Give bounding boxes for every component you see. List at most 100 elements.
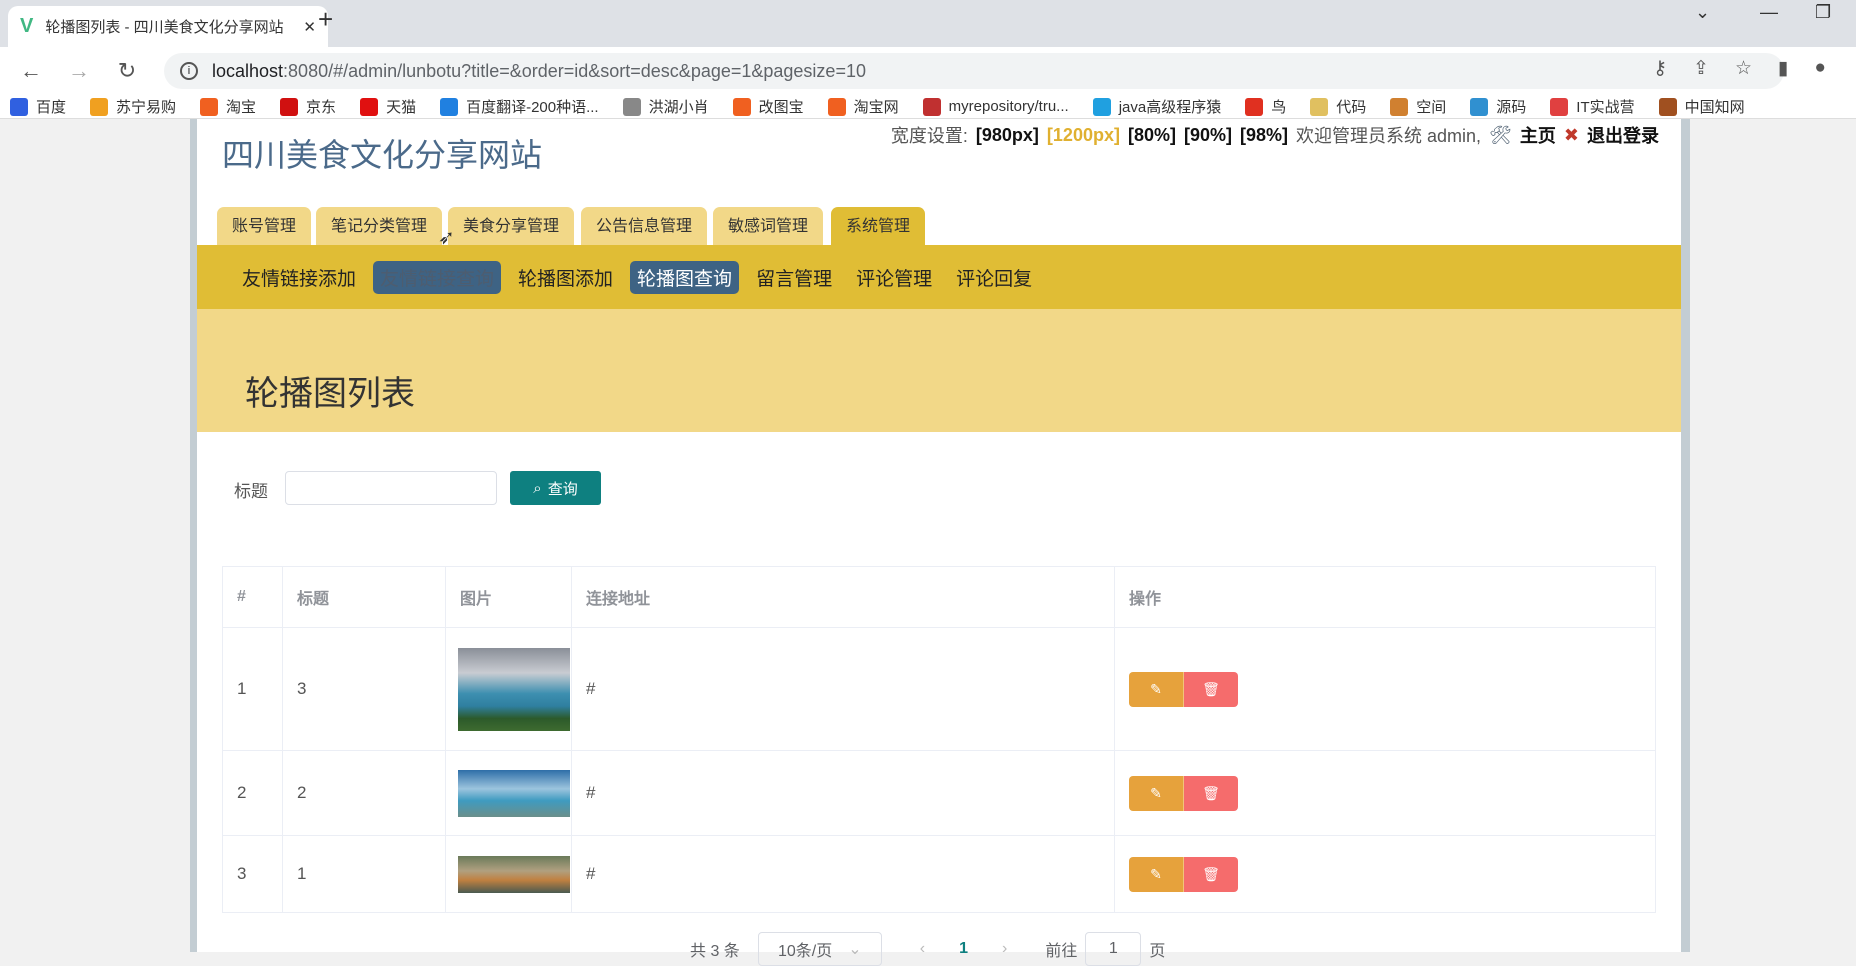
- edit-button[interactable]: ✎: [1129, 856, 1184, 892]
- search-button[interactable]: ⌕ 查询: [510, 471, 601, 505]
- browser-tab[interactable]: V 轮播图列表 - 四川美食文化分享网站 ✕: [8, 6, 328, 47]
- bookmark-item[interactable]: 百度: [10, 96, 66, 117]
- bookmark-favicon-icon: [922, 97, 941, 116]
- bookmark-favicon-icon: [1658, 97, 1677, 116]
- share-icon[interactable]: ⇪: [1693, 57, 1709, 80]
- bookmark-favicon-icon: [1390, 97, 1409, 116]
- sub-nav-link-query[interactable]: 友情链接查询: [373, 260, 502, 294]
- sub-nav-link-add[interactable]: 友情链接添加: [235, 261, 363, 294]
- reload-icon[interactable]: ↻: [110, 58, 144, 84]
- top-tab-note-category[interactable]: 笔记分类管理: [316, 207, 443, 245]
- sub-nav-comments[interactable]: 评论管理: [849, 261, 939, 294]
- bookmark-favicon-icon: [1310, 97, 1329, 116]
- bookmark-label: 百度翻译-200种语...: [466, 99, 599, 116]
- edit-button[interactable]: ✎: [1129, 775, 1184, 811]
- page-size-select[interactable]: 10条/页 ⌄: [757, 932, 882, 966]
- table-row: 3 1 # ✎ 🗑: [222, 835, 1656, 913]
- bookmark-item[interactable]: 淘宝: [200, 96, 256, 117]
- key-icon[interactable]: ⚷: [1653, 57, 1667, 80]
- bookmark-item[interactable]: 鸟: [1245, 96, 1286, 117]
- title-search-input[interactable]: [285, 471, 497, 505]
- top-tab-food-share[interactable]: 美食分享管理: [448, 207, 575, 245]
- site-info-icon[interactable]: i: [180, 62, 198, 80]
- prev-page-icon[interactable]: ‹: [920, 940, 925, 958]
- next-page-icon[interactable]: ›: [1002, 940, 1007, 958]
- bookmark-item[interactable]: 天猫: [360, 96, 416, 117]
- width-1200[interactable]: [1200px]: [1047, 125, 1120, 146]
- new-tab-button[interactable]: +: [318, 4, 333, 35]
- top-tab-sensitive-words[interactable]: 敏感词管理: [713, 207, 824, 245]
- bookmark-item[interactable]: java高级程序猿: [1092, 96, 1222, 117]
- width-90[interactable]: [90%]: [1184, 125, 1232, 146]
- sub-nav-messages[interactable]: 留言管理: [749, 261, 839, 294]
- restore-button[interactable]: ❐: [1815, 2, 1831, 23]
- close-icon: ✖: [1563, 124, 1579, 145]
- top-tab-system[interactable]: 系统管理: [831, 207, 926, 245]
- forward-icon[interactable]: →: [62, 58, 96, 84]
- row-title: 1: [282, 835, 446, 913]
- delete-button[interactable]: 🗑: [1184, 856, 1238, 892]
- minimize-button[interactable]: —: [1760, 2, 1778, 23]
- bookmark-label: 源码: [1496, 99, 1527, 116]
- sub-nav-carousel-query[interactable]: 轮播图查询: [630, 260, 740, 294]
- sub-nav-carousel-add[interactable]: 轮播图添加: [511, 261, 620, 294]
- bookmark-item[interactable]: 百度翻译-200种语...: [440, 96, 599, 117]
- sidebar-icon[interactable]: ▮: [1778, 57, 1788, 80]
- bookmark-item[interactable]: 代码: [1310, 96, 1366, 117]
- bookmark-item[interactable]: 京东: [280, 96, 336, 117]
- bookmark-item[interactable]: IT实战营: [1550, 96, 1635, 117]
- bookmark-label: 中国知网: [1684, 99, 1745, 116]
- bookmark-favicon-icon: [440, 97, 459, 116]
- bookmark-item[interactable]: 源码: [1470, 96, 1526, 117]
- bookmark-item[interactable]: 苏宁易购: [90, 96, 176, 117]
- current-page[interactable]: 1: [959, 940, 968, 958]
- page-title: 轮播图列表: [245, 375, 415, 413]
- row-link: #: [571, 750, 1115, 836]
- bookmark-item[interactable]: 洪湖小肖: [622, 96, 709, 117]
- back-icon[interactable]: ←: [14, 58, 48, 84]
- bookmark-favicon-icon: [1470, 97, 1489, 116]
- bookmark-label: 苏宁易购: [116, 99, 177, 116]
- sub-nav: 友情链接添加 友情链接查询 轮播图添加 轮播图查询 留言管理 评论管理 评论回复: [197, 245, 1681, 309]
- edit-button[interactable]: ✎: [1129, 671, 1184, 707]
- pagination: 共 3 条 10条/页 ⌄ ‹ 1 › 前往 1 页: [690, 932, 1165, 966]
- star-icon[interactable]: ☆: [1735, 57, 1752, 80]
- page-right-border: [1681, 119, 1690, 952]
- width-settings: 宽度设置: [980px] [1200px] [80%] [90%] [98%]…: [891, 122, 1659, 148]
- sub-nav-comment-reply[interactable]: 评论回复: [949, 261, 1039, 294]
- carousel-image: [458, 855, 570, 893]
- bookmark-item[interactable]: 淘宝网: [827, 96, 899, 117]
- bookmark-item[interactable]: myrepository/tru...: [922, 97, 1069, 116]
- top-tab-notice[interactable]: 公告信息管理: [581, 207, 708, 245]
- width-80[interactable]: [80%]: [1128, 125, 1176, 146]
- mouse-cursor-icon: ➶: [438, 227, 455, 249]
- bookmark-item[interactable]: 中国知网: [1658, 96, 1745, 117]
- bookmark-favicon-icon: [1092, 97, 1111, 116]
- row-title: 2: [282, 750, 446, 836]
- close-tab-icon[interactable]: ✕: [303, 18, 316, 36]
- width-98[interactable]: [98%]: [1240, 125, 1288, 146]
- col-title: 标题: [282, 566, 446, 628]
- top-tab-account[interactable]: 账号管理: [217, 207, 312, 245]
- logout-link[interactable]: 退出登录: [1587, 122, 1659, 148]
- width-980[interactable]: [980px]: [976, 125, 1039, 146]
- chevron-down-icon: ⌄: [848, 941, 862, 958]
- profile-icon[interactable]: ●: [1815, 57, 1826, 80]
- row-index: 3: [222, 835, 283, 913]
- bookmark-item[interactable]: 改图宝: [732, 96, 804, 117]
- bookmark-favicon-icon: [280, 97, 299, 116]
- bookmark-item[interactable]: 空间: [1390, 96, 1446, 117]
- tab-search-icon[interactable]: ⌄: [1695, 2, 1710, 23]
- welcome-text: 欢迎管理员系统 admin,: [1296, 126, 1482, 146]
- bookmark-label: java高级程序猿: [1118, 99, 1222, 116]
- home-link[interactable]: 主页: [1520, 122, 1556, 148]
- url-input[interactable]: i localhost:8080/#/admin/lunbotu?title=&…: [164, 53, 1784, 89]
- goto-page-input[interactable]: 1: [1085, 932, 1142, 966]
- url-host: localhost: [212, 60, 284, 81]
- delete-button[interactable]: 🗑: [1184, 775, 1238, 811]
- delete-button[interactable]: 🗑: [1184, 671, 1238, 707]
- bookmark-favicon-icon: [360, 97, 379, 116]
- bookmark-favicon-icon: [827, 97, 846, 116]
- bookmark-favicon-icon: [10, 97, 28, 116]
- col-index: #: [222, 566, 283, 628]
